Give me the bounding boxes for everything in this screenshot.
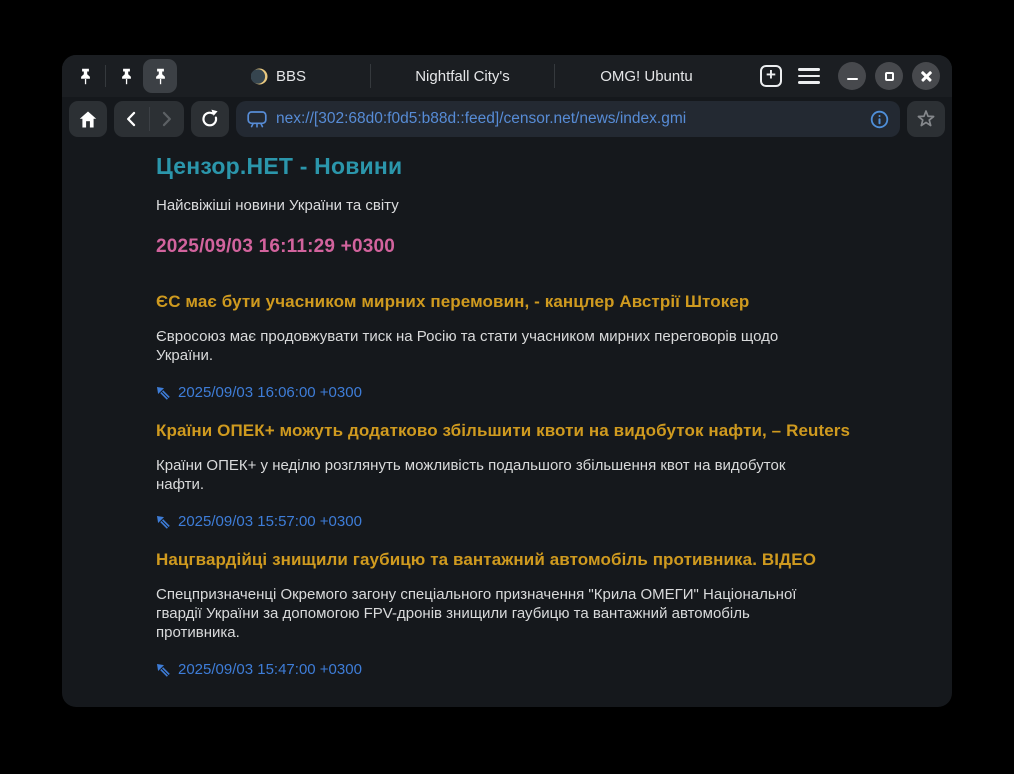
article: Нацгвардійці знищили гаубицю та вантажни… xyxy=(156,550,892,678)
window-controls xyxy=(838,62,940,90)
pinned-tab-3-active[interactable] xyxy=(143,59,177,93)
bookmark-button[interactable] xyxy=(907,101,945,137)
terminal-screen-icon xyxy=(247,111,267,128)
arrow-up-left-icon xyxy=(156,663,170,677)
close-icon xyxy=(920,70,933,83)
tab-label: OMG! Ubuntu xyxy=(600,68,693,85)
home-button[interactable] xyxy=(69,101,107,137)
pinned-tab-1[interactable] xyxy=(68,59,102,93)
article-link-label: 2025/09/03 16:06:00 +0300 xyxy=(178,384,362,401)
arrow-up-left-icon xyxy=(156,386,170,400)
article-title: ЄС має бути учасником мирних перемовин, … xyxy=(156,292,892,312)
article-link-label: 2025/09/03 15:47:00 +0300 xyxy=(178,661,362,678)
article-summary: Спецпризначенці Окремого загону спеціаль… xyxy=(156,585,832,642)
article-title: Нацгвардійці знищили гаубицю та вантажни… xyxy=(156,550,892,570)
reload-button[interactable] xyxy=(191,101,229,137)
article: ЄС має бути учасником мирних перемовин, … xyxy=(156,292,892,401)
page-content: Цензор.НЕТ - Новини Найсвіжіші новини Ук… xyxy=(62,141,952,678)
page-title: Цензор.НЕТ - Новини xyxy=(156,153,892,180)
article-link-label: 2025/09/03 15:57:00 +0300 xyxy=(178,513,362,530)
tab-label: BBS xyxy=(276,68,306,85)
pin-divider xyxy=(105,65,106,87)
tab-bar: BBS Nightfall City's OMG! Ubuntu + xyxy=(62,55,952,97)
pinned-tab-2[interactable] xyxy=(109,59,143,93)
info-icon xyxy=(870,110,889,129)
article: Країни ОПЕК+ можуть додатково збільшити … xyxy=(156,421,892,530)
page-timestamp: 2025/09/03 16:11:29 +0300 xyxy=(156,236,892,258)
history-nav xyxy=(114,101,184,137)
forward-button[interactable] xyxy=(150,101,185,137)
url-text[interactable]: nex://[302:68d0:f0d5:b88d::feed]/censor.… xyxy=(276,110,861,128)
navigation-toolbar: nex://[302:68d0:f0d5:b88d::feed]/censor.… xyxy=(62,97,952,141)
new-tab-button[interactable]: + xyxy=(760,65,782,87)
pushpin-icon xyxy=(120,68,133,85)
minimize-icon xyxy=(847,78,858,81)
browser-window: BBS Nightfall City's OMG! Ubuntu + xyxy=(62,55,952,707)
menu-button[interactable] xyxy=(798,68,820,84)
reload-icon xyxy=(200,109,220,129)
pushpin-icon xyxy=(79,68,92,85)
article-title: Країни ОПЕК+ можуть додатково збільшити … xyxy=(156,421,892,441)
page-info-button[interactable] xyxy=(870,110,889,129)
tab-label: Nightfall City's xyxy=(415,68,510,85)
article-link[interactable]: 2025/09/03 16:06:00 +0300 xyxy=(156,384,362,401)
article-link[interactable]: 2025/09/03 15:57:00 +0300 xyxy=(156,513,362,530)
star-icon xyxy=(916,109,936,129)
article-summary: Євросоюз має продовжувати тиск на Росію … xyxy=(156,327,832,365)
close-button[interactable] xyxy=(912,62,940,90)
maximize-icon xyxy=(885,72,894,81)
page-subtitle: Найсвіжіші новини України та світу xyxy=(156,197,892,214)
article-summary: Країни ОПЕК+ у неділю розглянуть можливі… xyxy=(156,456,832,494)
pushpin-icon xyxy=(154,68,167,85)
tab-omg-ubuntu[interactable]: OMG! Ubuntu xyxy=(555,55,738,97)
back-icon xyxy=(126,111,136,127)
plus-icon: + xyxy=(766,65,776,85)
url-bar[interactable]: nex://[302:68d0:f0d5:b88d::feed]/censor.… xyxy=(236,101,900,137)
maximize-button[interactable] xyxy=(875,62,903,90)
forward-icon xyxy=(162,111,172,127)
minimize-button[interactable] xyxy=(838,62,866,90)
back-button[interactable] xyxy=(114,101,149,137)
tab-strip: BBS Nightfall City's OMG! Ubuntu xyxy=(187,55,738,97)
article-link[interactable]: 2025/09/03 15:47:00 +0300 xyxy=(156,661,362,678)
tab-nightfall-citys[interactable]: Nightfall City's xyxy=(371,55,554,97)
tab-bbs[interactable]: BBS xyxy=(187,55,370,97)
arrow-up-left-icon xyxy=(156,515,170,529)
hamburger-icon xyxy=(798,68,820,71)
crescent-moon-icon xyxy=(251,68,268,85)
home-icon xyxy=(78,110,98,129)
